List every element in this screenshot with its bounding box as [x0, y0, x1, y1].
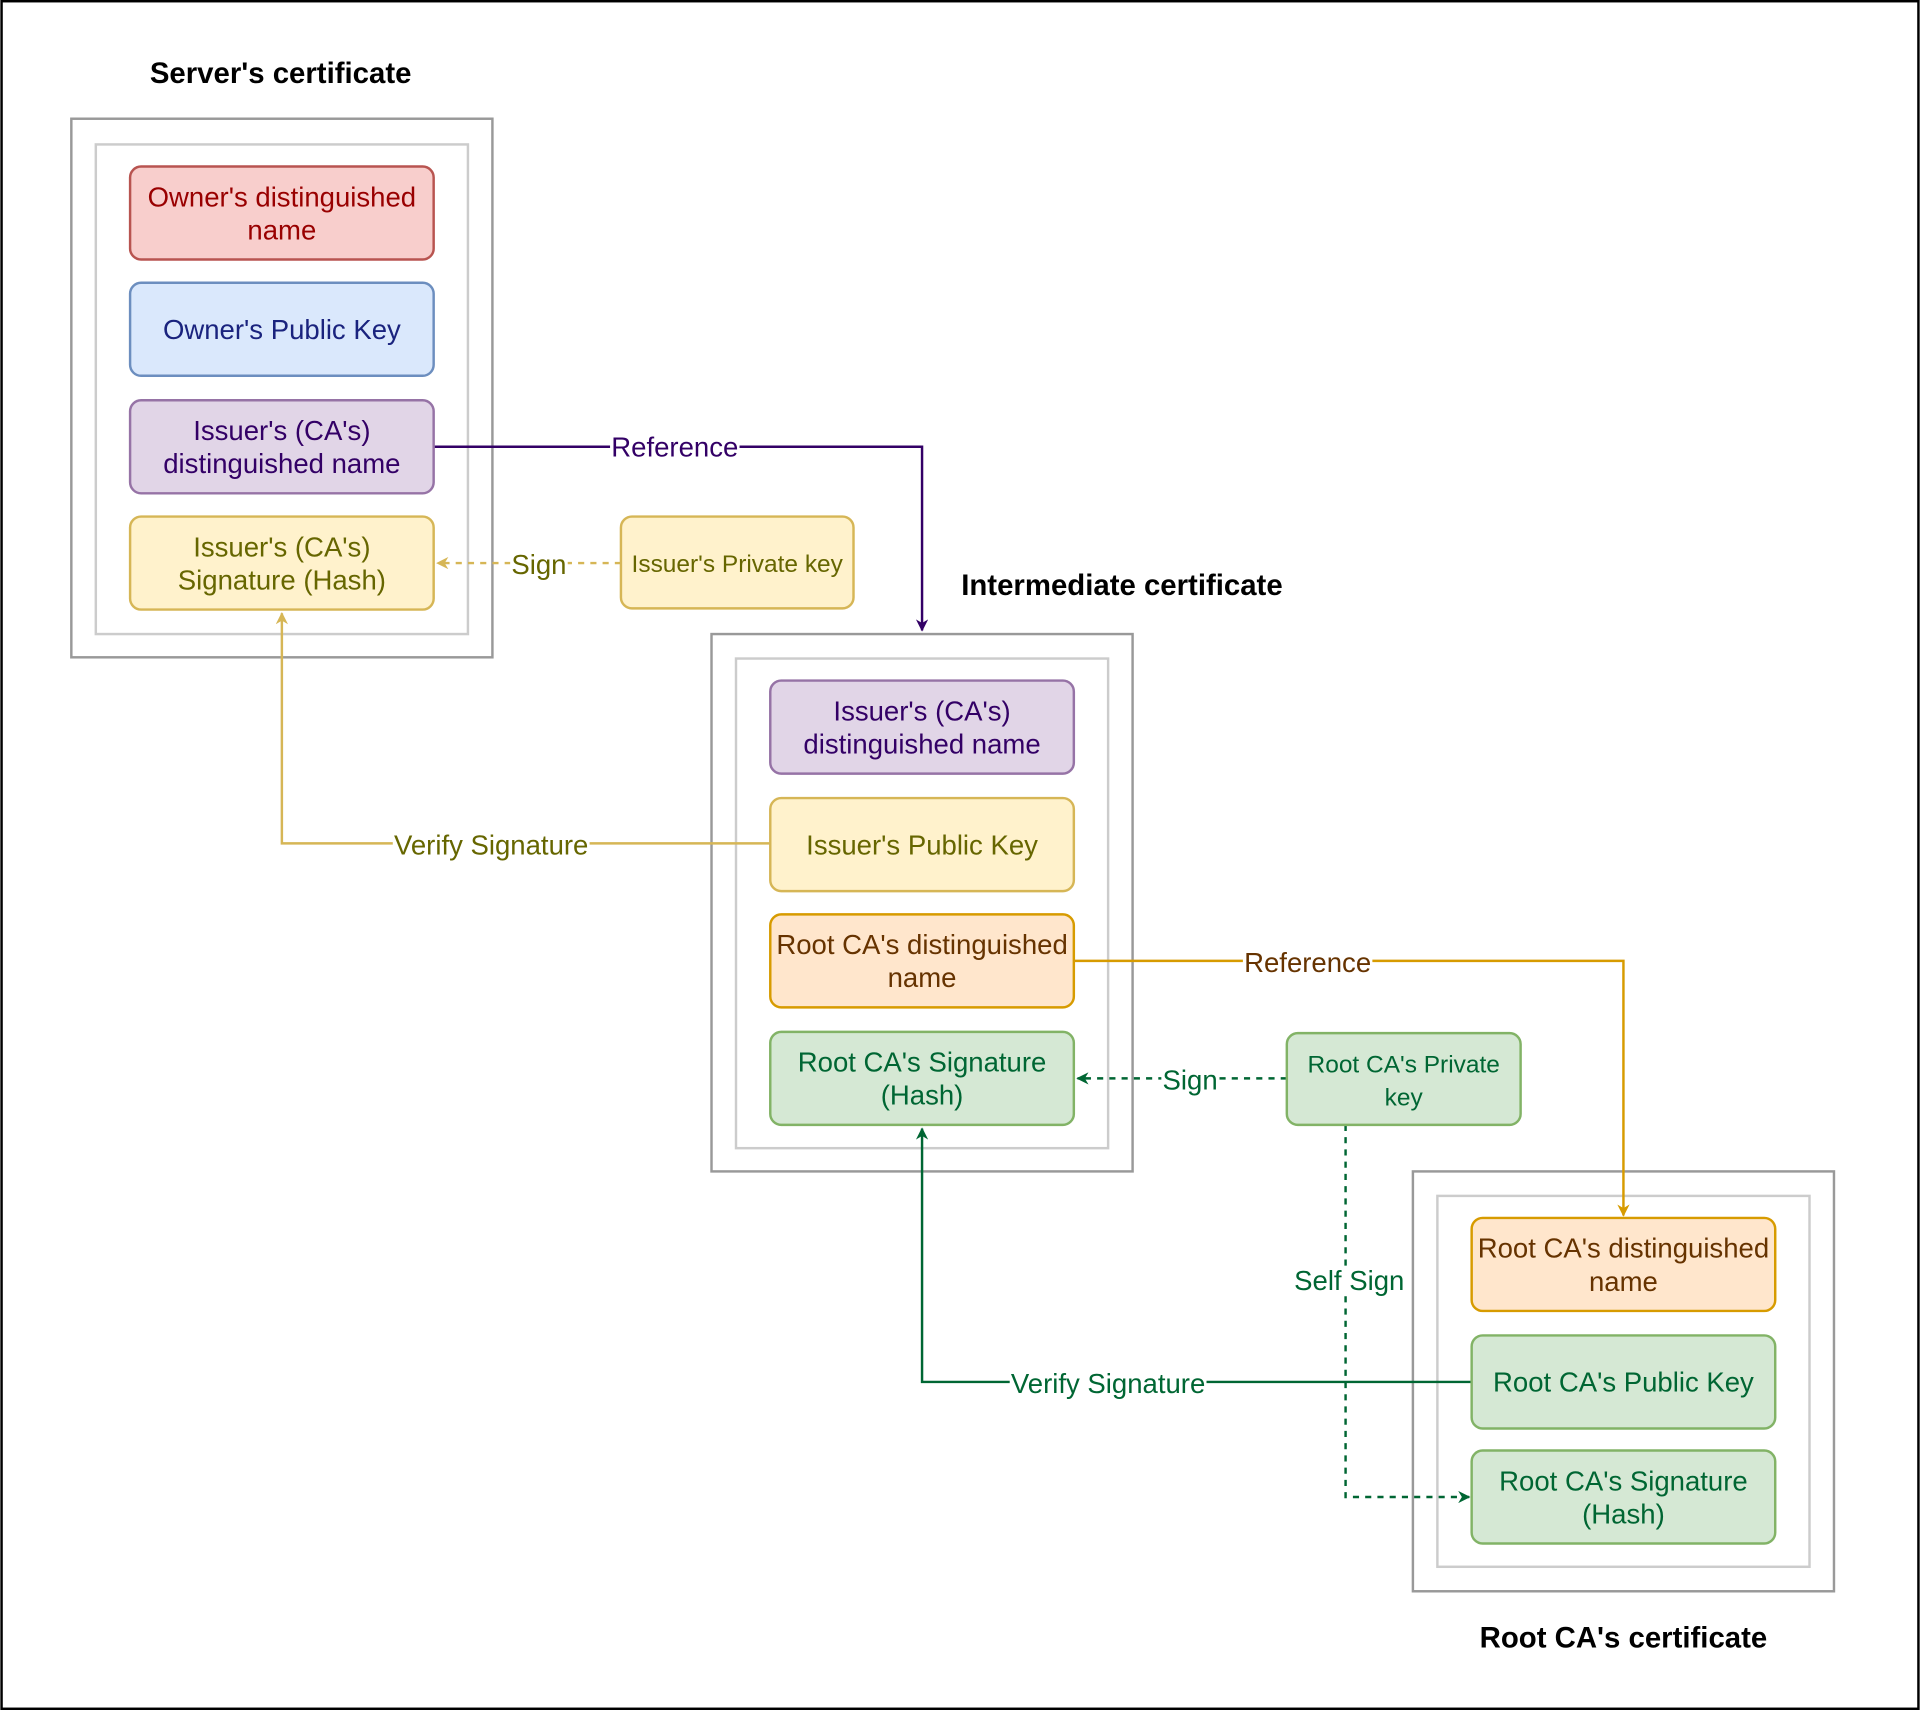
box-label-line: Owner's Public Key	[163, 314, 401, 345]
box-label-line: Issuer's Public Key	[806, 829, 1038, 860]
box-label-line: distinguished name	[803, 728, 1040, 759]
sign-label-issuer: Sign	[511, 549, 566, 580]
box-label-line: Issuer's (CA's)	[193, 531, 370, 562]
server-certificate-title: Server's certificate	[150, 57, 412, 90]
box-label: Issuer's Public Key	[806, 829, 1038, 860]
server-issuer-dn-box: Issuer's (CA's) distinguished name	[128, 399, 435, 495]
root-signature-box: Root CA's Signature (Hash)	[1470, 1449, 1777, 1545]
verify-signature-label-issuer: Verify Signature	[394, 829, 588, 860]
reference-label-issuer: Reference	[611, 432, 738, 463]
box-label: Root CA's Public Key	[1493, 1367, 1754, 1398]
box-label-line: key	[1385, 1084, 1424, 1111]
root-private-key-box: Root CA's Private key	[1285, 1031, 1522, 1127]
self-sign-label: Self Sign	[1294, 1265, 1404, 1296]
box-label-line: Issuer's Private key	[632, 551, 844, 578]
root-dn-box: Root CA's distinguished name	[1470, 1216, 1777, 1313]
box-label-line: Signature (Hash)	[178, 564, 386, 595]
box-label-line: name	[888, 962, 957, 993]
intermediate-certificate-title: Intermediate certificate	[961, 569, 1282, 602]
box-label: Owner's Public Key	[163, 314, 401, 345]
root-certificate-title: Root CA's certificate	[1480, 1622, 1768, 1655]
box-label-line: Owner's distinguished	[148, 181, 416, 212]
box-label-line: name	[247, 214, 316, 245]
root-public-key-box: Root CA's Public Key	[1470, 1334, 1777, 1430]
server-owner-dn-box: Owner's distinguished name	[128, 165, 435, 261]
verify-signature-label-root: Verify Signature	[1011, 1368, 1205, 1399]
box-label-line: Issuer's (CA's)	[193, 415, 370, 446]
sign-label-root: Sign	[1163, 1064, 1218, 1095]
server-issuer-signature-box: Issuer's (CA's) Signature (Hash)	[128, 515, 435, 611]
box-label-line: Root CA's distinguished	[1478, 1233, 1769, 1264]
box-label-line: (Hash)	[1582, 1498, 1665, 1529]
box-label-line: Root CA's Signature	[798, 1047, 1047, 1078]
box-label-line: Root CA's distinguished	[776, 929, 1067, 960]
box-label-line: Root CA's Public Key	[1493, 1367, 1754, 1398]
box-label-line: Root CA's Private	[1308, 1051, 1500, 1078]
reference-label-root: Reference	[1244, 947, 1371, 978]
box-label-line: Issuer's (CA's)	[833, 695, 1010, 726]
intermediate-root-dn-box: Root CA's distinguished name	[769, 913, 1076, 1009]
intermediate-issuer-dn-box: Issuer's (CA's) distinguished name	[769, 679, 1076, 775]
box-label: Issuer's Private key	[632, 551, 844, 578]
box-label-line: distinguished name	[163, 448, 400, 479]
intermediate-issuer-public-key-box: Issuer's Public Key	[769, 796, 1076, 893]
box-label-line: name	[1589, 1266, 1658, 1297]
intermediate-root-signature-box: Root CA's Signature (Hash)	[769, 1030, 1076, 1127]
issuer-private-key-box: Issuer's Private key	[619, 515, 855, 610]
certificate-chain-diagram: Server's certificate Intermediate certif…	[0, 0, 1920, 1710]
box-label-line: (Hash)	[881, 1080, 964, 1111]
server-owner-public-key-box: Owner's Public Key	[128, 281, 435, 378]
box-label-line: Root CA's Signature	[1499, 1465, 1748, 1496]
